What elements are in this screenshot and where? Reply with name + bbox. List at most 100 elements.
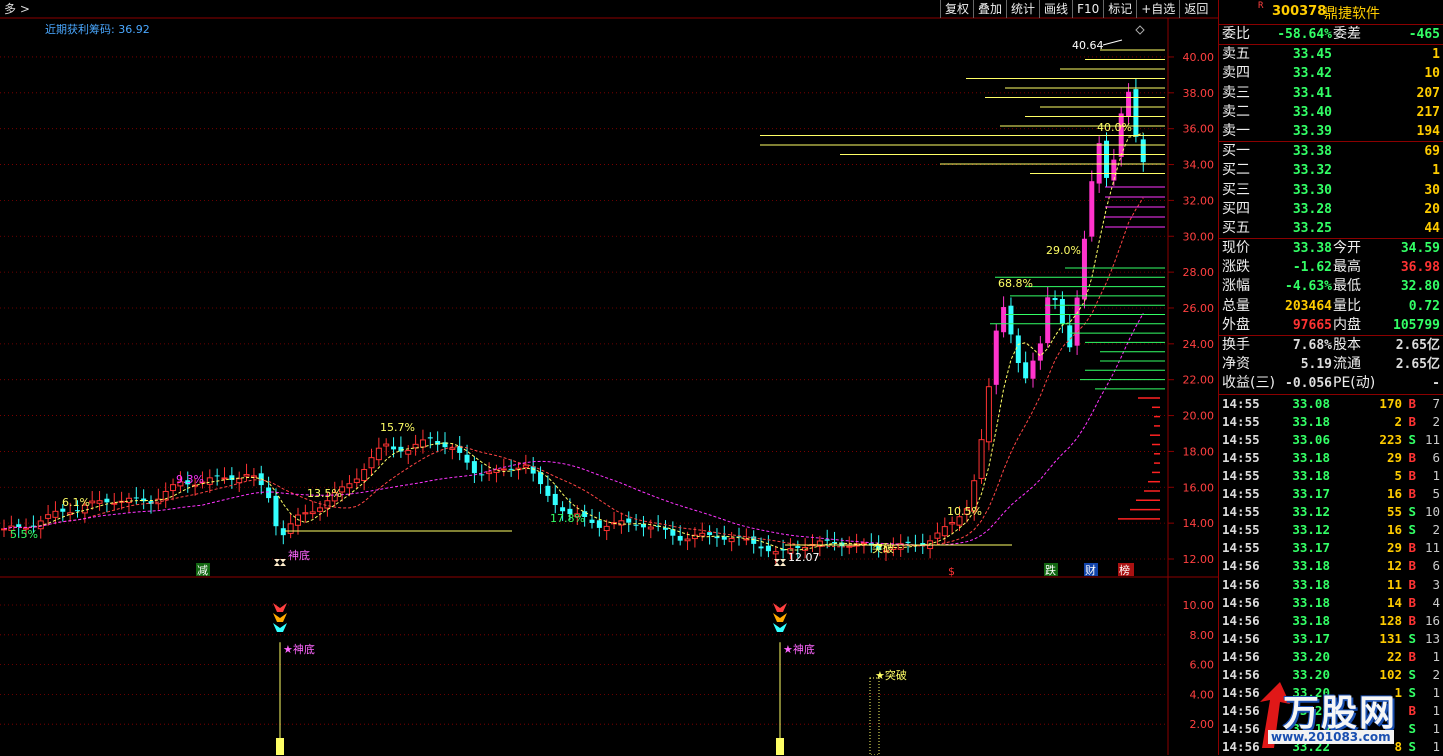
tick-price: 33.12: [1292, 504, 1330, 520]
stock-name[interactable]: 鼎捷软件: [1324, 3, 1380, 23]
stock-code[interactable]: 300378: [1272, 4, 1326, 19]
tick-volume: 223: [1379, 431, 1402, 447]
quote-label: 现价: [1222, 240, 1250, 257]
fund-value: 7.68%: [1292, 338, 1332, 353]
candle-body: [214, 475, 220, 477]
tick-volume: 12: [1386, 558, 1402, 574]
statistics-button[interactable]: 统计: [1006, 0, 1039, 18]
candle-body: [1015, 335, 1021, 364]
candle-body: [545, 485, 551, 496]
tick-time: 14:55: [1222, 449, 1260, 465]
main-y-tick-label: 36.00: [1183, 123, 1215, 136]
back-button[interactable]: 返回: [1179, 0, 1212, 18]
kline-chart-area[interactable]: 40.00 38.00 36.00 34.00 32.00 30.00 28.00 26.00…: [0, 0, 1218, 755]
candle-body: [978, 439, 985, 479]
pct-change-label: 13.5%: [307, 487, 342, 500]
weicha-value: -465: [1408, 27, 1440, 42]
tick-count: 3: [1432, 576, 1440, 592]
quote-stats: 现价 33.38 今开 34.59 涨跌 -1.62 最高 36.98 涨幅 -4.63% 最低 32…: [1219, 239, 1443, 336]
tick-row: 14:56 33.18 128 B 16: [1219, 612, 1443, 630]
pct-change-label: 10.5%: [947, 505, 982, 518]
candle-body: [16, 524, 22, 528]
tick-row: 14:56 33.18 12 B 6: [1219, 557, 1443, 575]
kline-chart-svg[interactable]: 40.00 38.00 36.00 34.00 32.00 30.00 28.00 26.00…: [0, 0, 1218, 755]
quote-value-2: 34.59: [1400, 241, 1440, 257]
add-watchlist-button[interactable]: +自选: [1136, 0, 1179, 18]
quote-label: 涨跌: [1222, 259, 1250, 276]
candle-body: [266, 487, 272, 499]
candle-body: [993, 330, 999, 385]
fundamental-row: 收益(三) -0.056 PE(动) -: [1219, 374, 1443, 393]
fund-value-2: 2.65亿: [1395, 357, 1440, 373]
sub-y-tick-label: 6.00: [1190, 659, 1215, 672]
tick-side: B: [1408, 594, 1416, 610]
fund-label-2: 股本: [1333, 337, 1361, 353]
asks-row: 卖二 33.40 217: [1219, 103, 1443, 122]
f10-button[interactable]: F10: [1072, 0, 1103, 18]
bids-row: 买三 33.30 30: [1219, 181, 1443, 200]
tick-count: 13: [1424, 630, 1440, 646]
candle-body: [133, 497, 139, 499]
candle-body: [60, 508, 66, 512]
weibi-label: 委比: [1222, 26, 1250, 42]
tick-price: 33.18: [1292, 413, 1330, 429]
tick-count: 5: [1432, 486, 1440, 502]
butterfly-icon: [273, 623, 287, 632]
low-price-label: 12.07: [788, 551, 820, 564]
tick-side: B: [1408, 486, 1416, 502]
tick-price: 33.18: [1292, 594, 1330, 610]
candle-body: [52, 510, 59, 518]
main-y-tick-label: 38.00: [1183, 87, 1215, 100]
candle-body: [633, 524, 639, 526]
period-dropdown[interactable]: 多 >: [0, 0, 34, 18]
tick-time: 14:56: [1222, 612, 1260, 628]
candle-body: [346, 483, 353, 489]
tick-volume: 170: [1379, 395, 1402, 411]
tick-time: 14:55: [1222, 522, 1260, 538]
candle-body: [302, 512, 309, 515]
candle-body: [391, 446, 397, 450]
tupo-dotted-bar: [869, 677, 880, 755]
cai-badge: 财: [1085, 563, 1096, 577]
tick-row: 14:55 33.18 29 B 6: [1219, 449, 1443, 467]
tick-price: 33.18: [1292, 467, 1330, 483]
pct-change-label: 9.3%: [176, 473, 204, 486]
draw-line-button[interactable]: 画线: [1039, 0, 1072, 18]
butterfly-icon: [773, 623, 787, 632]
candle-body: [985, 386, 992, 443]
tick-time: 14:56: [1222, 576, 1260, 592]
tick-side: B: [1408, 576, 1416, 592]
candle-body: [941, 526, 948, 537]
fund-value-2: 2.65亿: [1395, 338, 1440, 353]
tick-side: B: [1408, 449, 1416, 465]
quote-label-2: 内盘: [1333, 316, 1361, 333]
candle-body: [728, 538, 735, 543]
quote-value: -1.62: [1292, 260, 1332, 276]
pct-change-label: 17.8%: [550, 512, 585, 525]
sub-shendi-label: ★神底: [283, 642, 315, 656]
candle-body: [368, 457, 375, 469]
fuquan-button[interactable]: 复权: [940, 0, 973, 18]
candle-body: [170, 484, 177, 492]
indicator-label: 近期获利筹码: 36.92: [45, 23, 150, 36]
candle-body: [236, 478, 243, 484]
candle-body: [1030, 360, 1036, 379]
tick-price: 33.18: [1292, 558, 1330, 574]
sub-y-tick-label: 2.00: [1190, 718, 1215, 731]
overlay-button[interactable]: 叠加: [973, 0, 1006, 18]
candle-body: [1023, 362, 1029, 379]
candle-body: [405, 450, 412, 455]
quote-row: 涨跌 -1.62 最高 36.98: [1219, 258, 1443, 277]
chart-toolbar: 复权 叠加 统计 画线 F10 标记 +自选 返回: [940, 0, 1212, 18]
tick-volume: 128: [1379, 612, 1402, 628]
mark-button[interactable]: 标记: [1103, 0, 1136, 18]
ask-book: 卖五 33.45 1 卖四 33.42 10 卖三 33.41 207 卖二 33.40 217 卖一 3…: [1219, 45, 1443, 143]
candle-body: [206, 477, 213, 485]
signal-volume-bar: [276, 738, 284, 755]
candle-body: [1001, 307, 1007, 333]
tick-count: 11: [1424, 431, 1440, 447]
asks-volume: 1: [1432, 47, 1440, 63]
quote-row: 外盘 97665 内盘 105799: [1219, 316, 1443, 335]
candle-body: [956, 516, 963, 526]
quote-label-2: 量比: [1333, 297, 1361, 314]
